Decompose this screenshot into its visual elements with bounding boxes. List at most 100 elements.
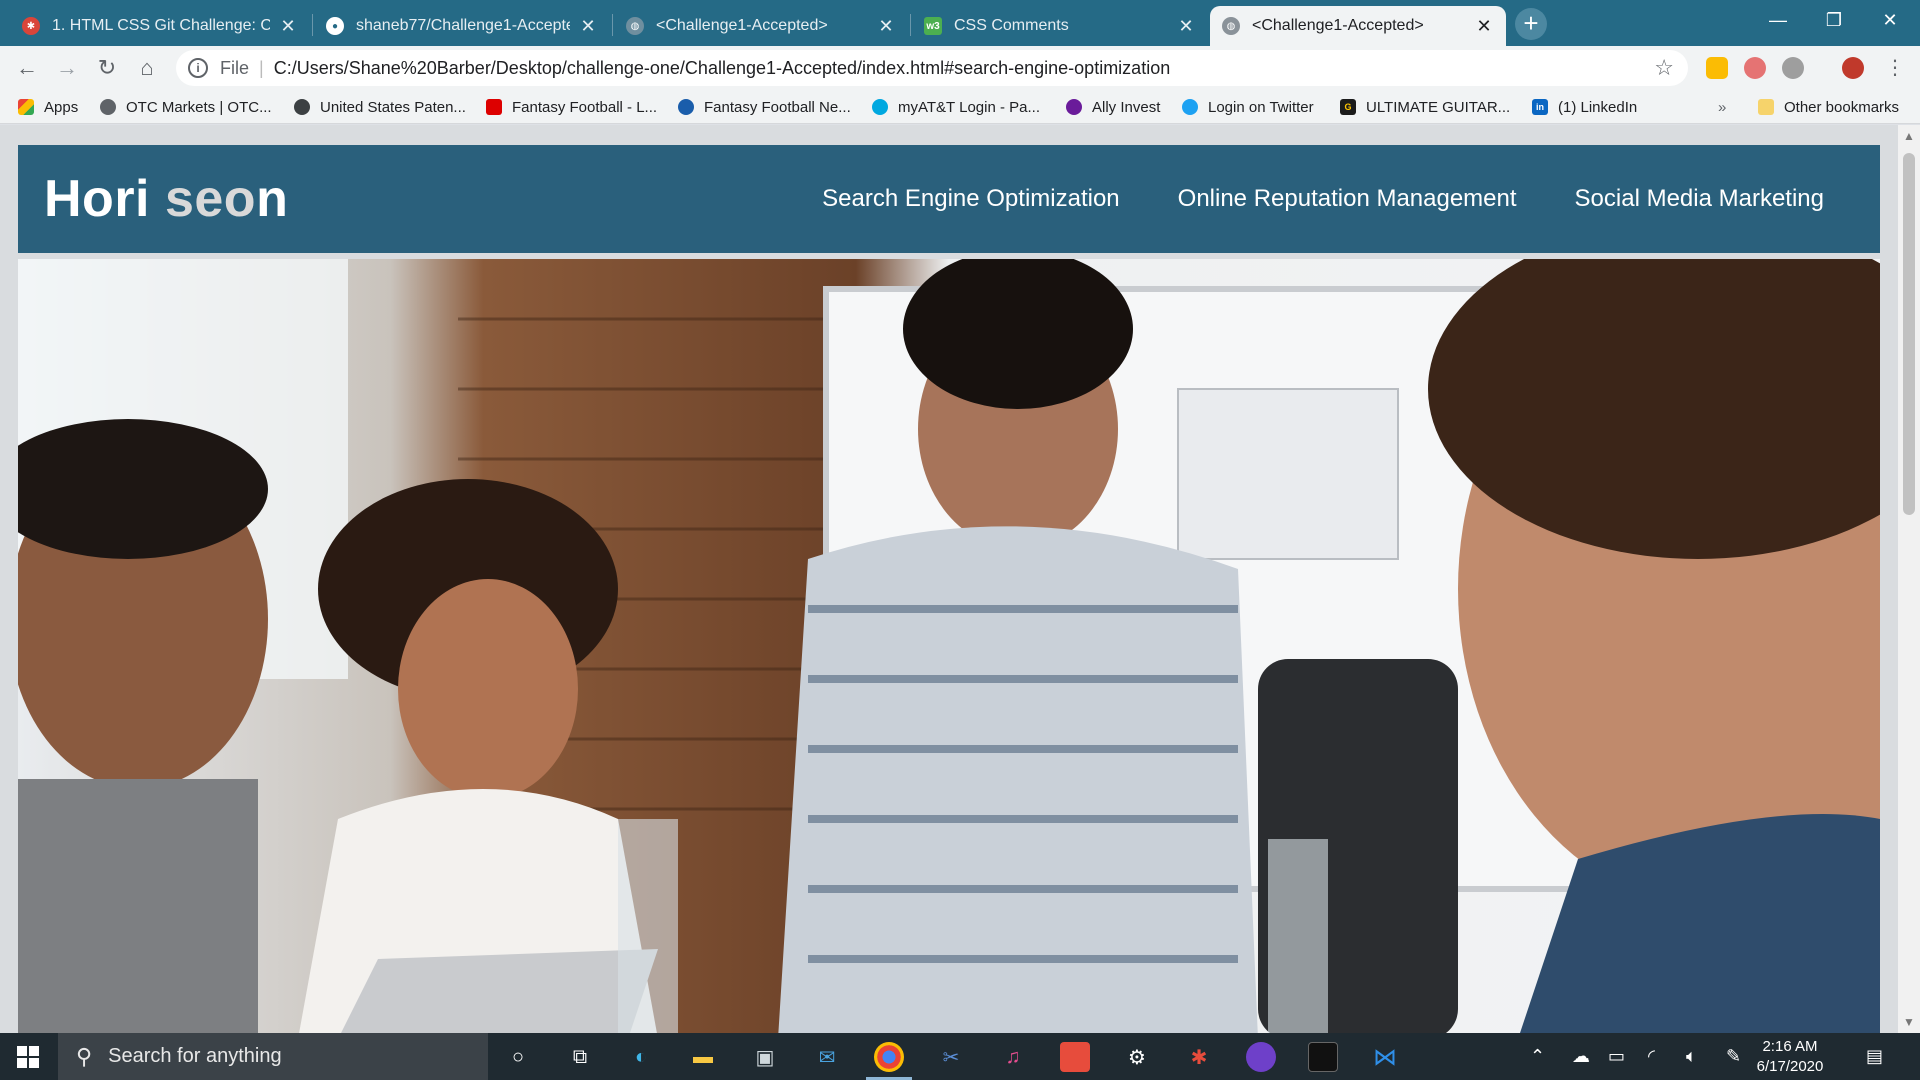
site-header: Hori seon Search Engine Optimization Onl…	[18, 145, 1880, 253]
menu-kebab-icon[interactable]: ⋮	[1880, 53, 1910, 83]
vscode-icon[interactable]: ⋈	[1370, 1042, 1400, 1072]
address-url[interactable]: C:/Users/Shane%20Barber/Desktop/challeng…	[274, 58, 1171, 79]
slack-icon[interactable]: ✱	[1184, 1042, 1214, 1072]
close-icon[interactable]: ✕	[578, 16, 598, 37]
itunes-icon[interactable]: ♫	[998, 1042, 1028, 1072]
nav-social-media-marketing[interactable]: Social Media Marketing	[1575, 185, 1824, 213]
tab-title: <Challenge1-Accepted>	[656, 17, 828, 34]
ultimate-guitar-icon: G	[1340, 99, 1356, 115]
site-logo[interactable]: Hori seon	[44, 169, 288, 229]
tab-challenge1-accepted-active[interactable]: ◍ <Challenge1-Accepted> ✕	[1210, 6, 1506, 46]
tab-css-comments[interactable]: w3 CSS Comments ✕	[912, 6, 1208, 46]
forward-icon[interactable]: →	[52, 53, 82, 83]
bookmark-label: Apps	[44, 98, 79, 116]
address-bar[interactable]: i File | C:/Users/Shane%20Barber/Desktop…	[176, 50, 1688, 86]
logo-text-seo: seo	[164, 170, 257, 228]
scroll-down-icon[interactable]: ▼	[1898, 1015, 1920, 1029]
bookmark-label: United States Paten...	[320, 98, 466, 116]
tab-html-css-git-challenge[interactable]: ✱ 1. HTML CSS Git Challenge: Code ✕	[10, 6, 310, 46]
bookmark-ally-invest[interactable]: Ally Invest	[1066, 96, 1160, 118]
extension-red-icon[interactable]	[1744, 57, 1766, 79]
bookmark-espn-fantasy[interactable]: Fantasy Football - L...	[486, 96, 657, 118]
settings-gear-icon[interactable]: ⚙	[1122, 1042, 1152, 1072]
windows-logo-icon	[17, 1045, 39, 1068]
home-icon[interactable]: ⌂	[132, 53, 162, 83]
reload-icon[interactable]: ↻	[92, 53, 122, 83]
pen-icon[interactable]: ✎	[1726, 1033, 1741, 1080]
page-scrollbar[interactable]: ▲ ▼	[1898, 125, 1920, 1033]
edge-icon[interactable]: ◐	[626, 1042, 656, 1072]
notifications-icon[interactable]: ▤	[1866, 1033, 1883, 1080]
back-icon[interactable]: ←	[12, 53, 42, 83]
volume-icon[interactable]: 🔈︎	[1686, 1033, 1697, 1080]
snip-tool-icon[interactable]: ✂	[936, 1042, 966, 1072]
github-desktop-icon[interactable]	[1246, 1042, 1276, 1072]
bookmark-cbs-fantasy[interactable]: Fantasy Football Ne...	[678, 96, 851, 118]
w3-icon: w3	[924, 17, 942, 35]
clock-time: 2:16 AM	[1762, 1038, 1818, 1055]
address-divider: |	[259, 57, 264, 78]
taskbar-search-box[interactable]: ⚲ Search for anything	[58, 1033, 488, 1080]
start-button[interactable]	[0, 1033, 56, 1080]
task-view-icon[interactable]: ⧉	[565, 1042, 595, 1072]
twitter-icon	[1182, 99, 1198, 115]
restore-button[interactable]: ❐	[1806, 0, 1862, 40]
windows-taskbar: ⚲ Search for anything ○ ⧉ ◐ ▬ ▣ ✉ ✂ ♫ ⚙ …	[0, 1033, 1920, 1080]
bookmark-att[interactable]: myAT&T Login - Pa...	[872, 96, 1040, 118]
file-explorer-icon[interactable]: ▬	[688, 1042, 718, 1072]
scrollbar-thumb[interactable]	[1903, 153, 1915, 515]
bookmark-twitter[interactable]: Login on Twitter	[1182, 96, 1314, 118]
globe-icon: ◍	[1222, 17, 1240, 35]
tab-separator	[910, 14, 911, 36]
new-tab-button[interactable]: +	[1515, 8, 1547, 40]
scroll-up-icon[interactable]: ▲	[1898, 129, 1920, 143]
onedrive-icon[interactable]: ☁	[1572, 1033, 1590, 1080]
close-icon[interactable]: ✕	[1474, 16, 1494, 37]
office-icon[interactable]	[1060, 1042, 1090, 1072]
bookmark-ultimate-guitar[interactable]: G ULTIMATE GUITAR...	[1340, 96, 1510, 118]
close-icon[interactable]: ✕	[278, 16, 298, 37]
bookmark-otc-markets[interactable]: OTC Markets | OTC...	[100, 96, 272, 118]
browser-tab-strip: ✱ 1. HTML CSS Git Challenge: Code ✕ ● sh…	[0, 0, 1920, 46]
bookmark-linkedin[interactable]: in (1) LinkedIn	[1532, 96, 1637, 118]
tab-github-challenge1[interactable]: ● shaneb77/Challenge1-Accepted: ✕	[314, 6, 610, 46]
google-drive-icon[interactable]	[1706, 57, 1728, 79]
close-icon[interactable]: ✕	[876, 16, 896, 37]
tab-challenge1-accepted[interactable]: ◍ <Challenge1-Accepted> ✕	[614, 6, 908, 46]
bookmark-label: Fantasy Football Ne...	[704, 98, 851, 116]
microsoft-store-icon[interactable]: ▣	[750, 1042, 780, 1072]
search-icon: ⚲	[76, 1043, 93, 1069]
bookmark-label: OTC Markets | OTC...	[126, 98, 272, 116]
profile-avatar[interactable]	[1842, 57, 1864, 79]
tray-chevron-icon[interactable]: ⌃	[1530, 1033, 1545, 1080]
window-close-button[interactable]: ✕	[1862, 0, 1918, 40]
nav-search-engine-optimization[interactable]: Search Engine Optimization	[822, 185, 1120, 213]
bookmark-apps[interactable]: Apps	[18, 96, 78, 118]
battery-icon[interactable]: ▭	[1608, 1033, 1625, 1080]
info-icon[interactable]: i	[188, 58, 208, 78]
linkedin-icon: in	[1532, 99, 1548, 115]
other-bookmarks-folder[interactable]: Other bookmarks	[1758, 96, 1899, 118]
chrome-icon[interactable]	[874, 1042, 904, 1072]
cbs-icon	[678, 99, 694, 115]
close-icon[interactable]: ✕	[1176, 16, 1196, 37]
taskbar-clock[interactable]: 2:16 AM 6/17/2020	[1745, 1037, 1835, 1077]
nav-online-reputation-management[interactable]: Online Reputation Management	[1178, 185, 1517, 213]
wifi-icon[interactable]: ◜	[1648, 1033, 1655, 1080]
bookmarks-overflow-button[interactable]: »	[1718, 96, 1726, 118]
logo-text-n: n	[256, 170, 289, 228]
lightbulb-icon	[294, 99, 310, 115]
minimize-button[interactable]: —	[1750, 0, 1806, 40]
bookmark-star-icon[interactable]: ☆	[1654, 55, 1674, 81]
globe-icon	[100, 99, 116, 115]
globe-icon: ◍	[626, 17, 644, 35]
bookmark-label: (1) LinkedIn	[1558, 98, 1638, 116]
bookmark-uspto[interactable]: United States Paten...	[294, 96, 466, 118]
logo-text-hori: Hori	[44, 170, 150, 228]
terminal-icon[interactable]	[1308, 1042, 1338, 1072]
extension-gray-icon[interactable]	[1782, 57, 1804, 79]
cortana-icon[interactable]: ○	[503, 1042, 533, 1072]
hero-image	[18, 259, 1880, 1033]
mail-icon[interactable]: ✉	[812, 1042, 842, 1072]
att-icon	[872, 99, 888, 115]
